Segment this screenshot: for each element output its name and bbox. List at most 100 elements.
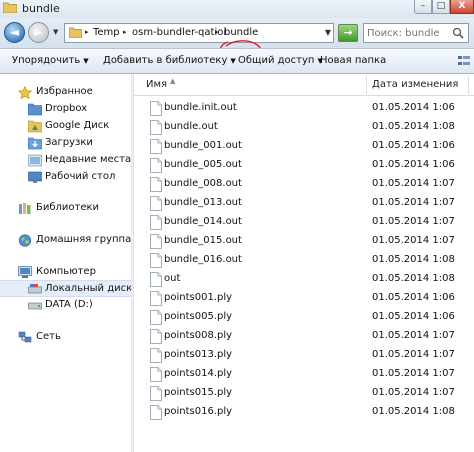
file-row[interactable]: points005.ply 01.05.2014 1:06 [134,309,474,328]
file-name: points008.ply [164,330,233,341]
dropbox-icon [28,103,42,116]
sidebar-item-label: Локальный диск (C [45,283,132,294]
window-title: bundle [22,2,60,15]
sidebar-item-homegroup[interactable]: Домашняя группа [0,232,132,249]
column-header-name[interactable]: Имя [146,79,167,90]
file-row[interactable]: points008.ply 01.05.2014 1:07 [134,328,474,347]
drive-icon [28,284,42,294]
new-folder-button[interactable]: Новая папка [320,55,386,66]
sidebar-item-recent-places[interactable]: Недавние места [0,152,132,169]
file-icon [150,291,162,306]
address-dropdown-icon[interactable]: ▼ [325,28,331,37]
desktop-icon [28,171,42,183]
breadcrumb-separator[interactable]: ▸ [215,28,219,36]
view-options-icon[interactable] [457,54,471,68]
search-box[interactable] [363,23,469,43]
sidebar-item-dropbox[interactable]: Dropbox [0,101,132,118]
file-icon [150,386,162,401]
column-divider[interactable] [468,76,469,94]
file-name: points015.ply [164,387,233,398]
sidebar-item-label: Недавние места [45,154,132,165]
sidebar-item-local-disk[interactable]: Локальный диск (C [0,280,132,297]
title-bar[interactable]: bundle – □ X [0,0,474,18]
downloads-icon [28,137,42,150]
file-date-modified: 01.05.2014 1:07 [372,216,455,227]
add-to-library-menu[interactable]: Добавить в библиотеку ▼ [103,55,236,66]
file-row[interactable]: bundle_014.out 01.05.2014 1:07 [134,214,474,233]
close-button[interactable]: X [450,0,474,14]
file-icon [150,348,162,363]
file-row[interactable]: points014.ply 01.05.2014 1:07 [134,366,474,385]
file-row[interactable]: points016.ply 01.05.2014 1:08 [134,404,474,423]
file-row[interactable]: bundle_005.out 01.05.2014 1:06 [134,157,474,176]
file-name: bundle_015.out [164,235,242,246]
file-row[interactable]: points013.ply 01.05.2014 1:07 [134,347,474,366]
file-row[interactable]: bundle_013.out 01.05.2014 1:07 [134,195,474,214]
file-row[interactable]: out 01.05.2014 1:08 [134,271,474,290]
file-name: bundle_008.out [164,178,242,189]
breadcrumb-bundle[interactable]: bundle [224,27,258,38]
file-name: bundle_005.out [164,159,242,170]
computer-icon [18,266,32,278]
breadcrumb-separator[interactable]: ▸ [85,28,89,36]
sidebar-item-desktop[interactable]: Рабочий стол [0,169,132,186]
maximize-button[interactable]: □ [432,0,450,14]
file-date-modified: 01.05.2014 1:07 [372,349,455,360]
file-date-modified: 01.05.2014 1:07 [372,178,455,189]
column-header-row: Имя ▲ Дата изменения [134,74,474,96]
sidebar-item-label: Google Диск [45,120,110,131]
file-icon [150,177,162,192]
search-icon[interactable] [452,27,464,39]
sidebar-item-label: Dropbox [45,103,88,114]
sidebar-item-google-drive[interactable]: Google Диск [0,118,132,135]
recent-pages-dropdown[interactable]: ▼ [53,28,58,36]
file-icon [150,405,162,420]
file-list: Имя ▲ Дата изменения bundle.init.out 01.0… [134,74,474,452]
file-icon [150,329,162,344]
file-date-modified: 01.05.2014 1:08 [372,273,455,284]
breadcrumb-temp[interactable]: Temp [93,27,120,38]
breadcrumb-separator[interactable]: ▸ [123,28,127,36]
navigation-bar: ◄ ► ▼ ▸ Temp ▸ osm-bundler-qatioi ▸ bund… [0,18,474,65]
file-icon [150,253,162,268]
file-row[interactable]: bundle.out 01.05.2014 1:08 [134,119,474,138]
back-button[interactable]: ◄ [4,22,25,43]
file-row[interactable]: points001.ply 01.05.2014 1:06 [134,290,474,309]
sidebar-item-network[interactable]: Сеть [0,329,132,346]
add-to-library-label: Добавить в библиотеку [103,55,228,66]
sidebar-item-favorites[interactable]: Избранное [0,84,132,101]
file-date-modified: 01.05.2014 1:06 [372,159,455,170]
command-bar: Упорядочить ▼ Добавить в библиотеку ▼ Общи… [0,48,474,74]
file-date-modified: 01.05.2014 1:06 [372,311,455,322]
sidebar-item-downloads[interactable]: Загрузки [0,135,132,152]
forward-button[interactable]: ► [28,22,49,43]
breadcrumb-osm-bundler[interactable]: osm-bundler-qatioi [132,27,226,38]
file-row[interactable]: bundle_008.out 01.05.2014 1:07 [134,176,474,195]
sidebar-item-label: Загрузки [45,137,93,148]
minimize-button[interactable]: – [414,0,432,14]
search-input[interactable] [367,26,447,40]
organize-menu[interactable]: Упорядочить ▼ [12,55,89,66]
file-icon [150,139,162,154]
sidebar-item-computer[interactable]: Компьютер [0,264,132,281]
file-row[interactable]: bundle_015.out 01.05.2014 1:07 [134,233,474,252]
address-bar[interactable]: ▸ Temp ▸ osm-bundler-qatioi ▸ bundle ▼ [64,23,334,43]
sidebar-item-label: Библиотеки [36,202,100,213]
library-icon [19,203,31,214]
file-icon [150,196,162,211]
file-row[interactable]: points015.ply 01.05.2014 1:07 [134,385,474,404]
share-menu[interactable]: Общий доступ ▼ [238,55,323,66]
star-icon [18,86,32,99]
file-row[interactable]: bundle_001.out 01.05.2014 1:06 [134,138,474,157]
column-header-date-modified[interactable]: Дата изменения [372,79,458,90]
share-label: Общий доступ [238,55,315,66]
refresh-button[interactable]: → [338,24,358,42]
sidebar-item-libraries[interactable]: Библиотеки [0,200,132,217]
file-row[interactable]: bundle.init.out 01.05.2014 1:06 [134,100,474,119]
file-row[interactable]: bundle_016.out 01.05.2014 1:08 [134,252,474,271]
sidebar-item-data-disk[interactable]: DATA (D:) [0,297,132,314]
file-date-modified: 01.05.2014 1:08 [372,406,455,417]
column-divider[interactable] [366,76,367,94]
file-date-modified: 01.05.2014 1:08 [372,121,455,132]
explorer-window: bundle – □ X ◄ ► ▼ ▸ Temp ▸ osm-bundler-… [0,0,474,452]
